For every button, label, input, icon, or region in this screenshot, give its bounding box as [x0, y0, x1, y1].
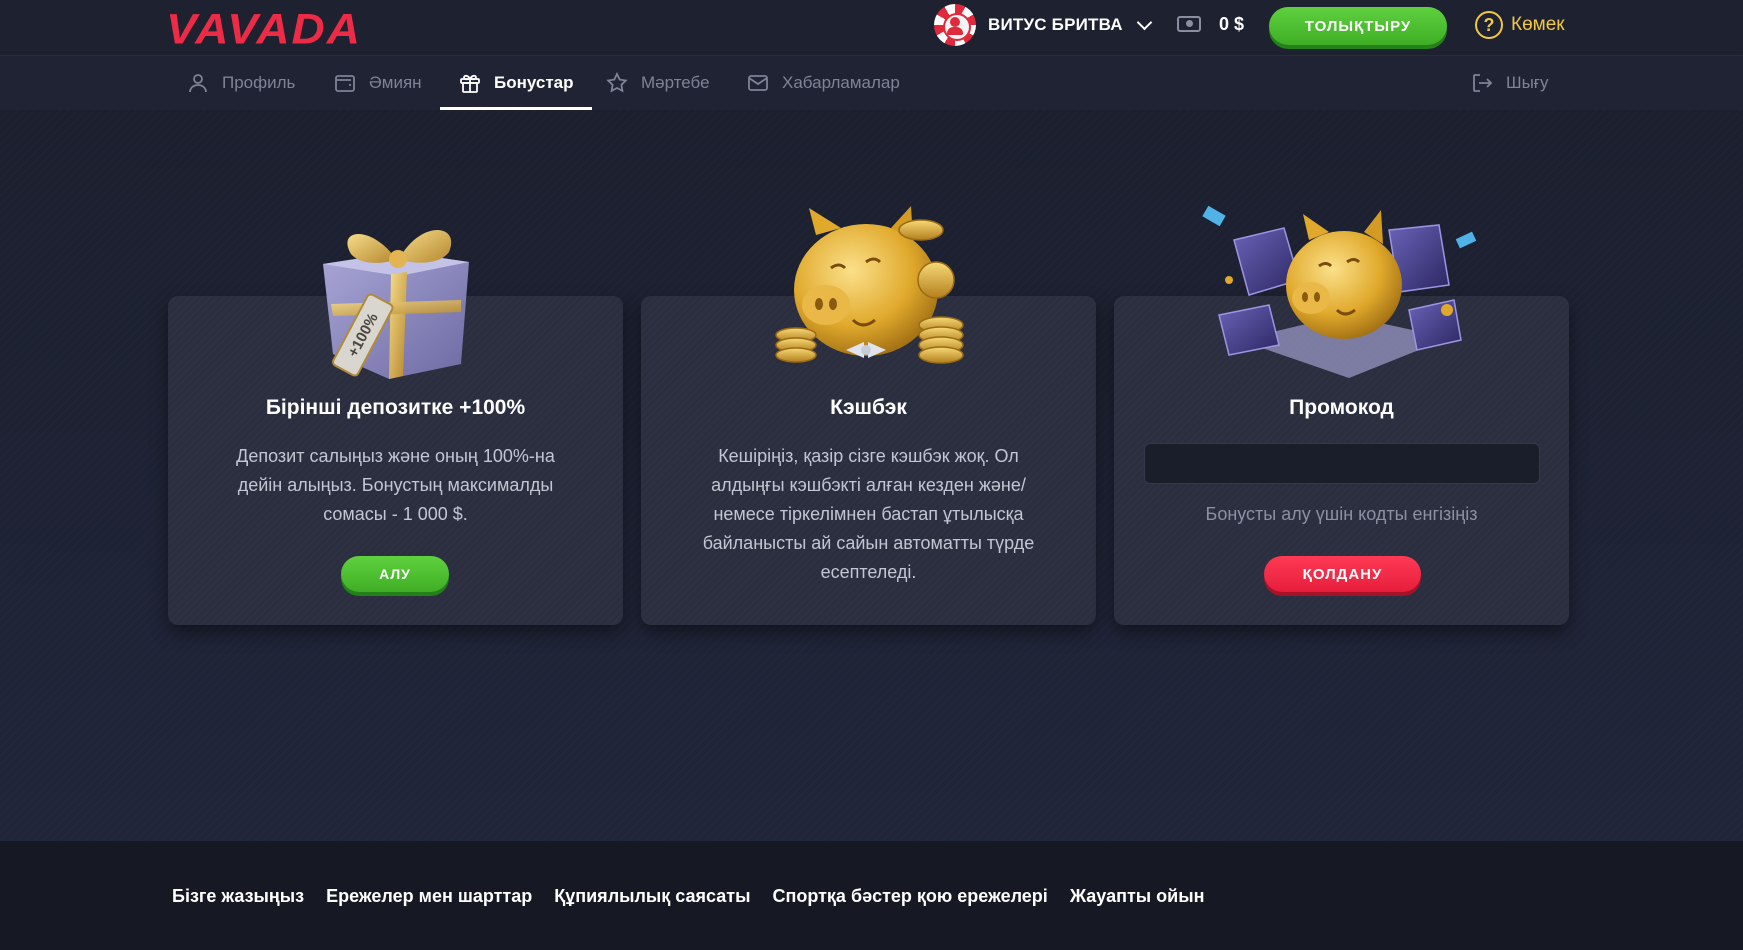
logout-icon	[1473, 74, 1493, 92]
tab-label: Мәртебе	[641, 73, 710, 92]
tab-label: Бонустар	[494, 73, 574, 92]
avatar[interactable]	[934, 4, 976, 46]
tab-profile[interactable]: Профиль	[186, 56, 295, 110]
gift-box-illustration: +100%	[323, 229, 469, 379]
card-title: Кэшбэк	[830, 396, 907, 419]
promocode-hint: Бонусты алу үшін кодты енгізіңіз	[1205, 504, 1478, 524]
first-deposit-card: +100% Бірінші депозитке +100% Депозит са…	[168, 229, 623, 625]
cash-icon	[1177, 16, 1201, 32]
footer-link-sport-rules[interactable]: Спортқа бәстер қою ережелері	[772, 886, 1047, 907]
user-icon	[189, 74, 207, 93]
username[interactable]: ВИТУС БРИТВА	[988, 15, 1123, 35]
top-header: VAVADA ВИТУС БРИТВА 0 $ ТОЛЫҚТЫРУ ? Көме…	[0, 0, 1743, 56]
user-menu[interactable]: ВИТУС БРИТВА	[934, 4, 1153, 46]
footer-link-terms[interactable]: Ережелер мен шарттар	[326, 886, 532, 907]
promocode-card: Промокод Бонусты алу үшін кодты енгізіңі…	[1114, 205, 1569, 625]
footer-link-contact[interactable]: Бізге жазыңыз	[172, 886, 304, 907]
promocode-input[interactable]	[1144, 443, 1540, 484]
card-description: Депозит салыңыз және оның 100%-на дейін …	[236, 446, 555, 524]
vavada-logo[interactable]: VAVADA	[166, 4, 362, 54]
piggy-bank-illustration	[775, 206, 964, 364]
balance-amount: 0 $	[1219, 13, 1245, 34]
card-title: Промокод	[1289, 396, 1394, 419]
logout-label: Шығу	[1506, 73, 1549, 92]
tab-status[interactable]: Мәртебе	[605, 56, 710, 110]
bonuses-page: +100% Бірінші депозитке +100% Депозит са…	[0, 110, 1743, 841]
card-title: Бірінші депозитке +100%	[265, 396, 526, 419]
star-icon	[606, 71, 628, 93]
tab-messages[interactable]: Хабарламалар	[746, 56, 900, 110]
footer-link-responsible-gaming[interactable]: Жауапты ойын	[1070, 886, 1205, 907]
promo-illustration	[1202, 205, 1477, 378]
cashback-card: Кэшбэк Кешіріңіз, қазір сізге кэшбэк жоқ…	[641, 206, 1096, 625]
tab-bonuses[interactable]: Бонустар	[440, 56, 592, 110]
tab-label: Профиль	[222, 73, 296, 92]
help-link[interactable]: ? Көмек	[1475, 10, 1565, 40]
gift-icon	[460, 74, 480, 93]
get-bonus-button[interactable]: АЛУ	[341, 556, 449, 592]
wallet-icon	[335, 75, 355, 92]
footer-link-privacy[interactable]: Құпиялылық саясаты	[554, 886, 750, 907]
footer-links: Бізге жазыңыз Ережелер мен шарттар Құпия…	[172, 886, 1204, 907]
tab-label: Хабарламалар	[782, 73, 900, 92]
question-icon[interactable]: ?	[1475, 11, 1503, 39]
chevron-down-icon[interactable]	[1136, 14, 1153, 30]
topup-button[interactable]: ТОЛЫҚТЫРУ	[1269, 7, 1447, 45]
tab-label: Әмиян	[369, 73, 422, 92]
logout-button[interactable]: Шығу	[1470, 56, 1549, 110]
footer: Бізге жазыңыз Ережелер мен шарттар Құпия…	[0, 841, 1743, 950]
profile-nav: Профиль Әмиян Бонустар Мәртебе Хабарлама…	[0, 56, 1743, 110]
apply-promocode-button[interactable]: ҚОЛДАНУ	[1264, 556, 1421, 592]
envelope-icon	[748, 75, 768, 91]
help-label[interactable]: Көмек	[1511, 14, 1565, 36]
balance-display: 0 $	[1177, 12, 1244, 36]
card-description: Кешіріңіз, қазір сізге кэшбэк жоқ. Ол ал…	[702, 446, 1035, 582]
tab-wallet[interactable]: Әмиян	[333, 56, 422, 110]
